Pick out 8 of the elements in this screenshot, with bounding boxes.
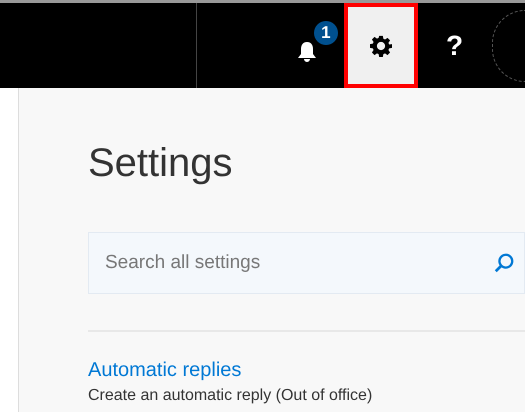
settings-title: Settings (88, 140, 234, 187)
gear-icon (370, 34, 392, 56)
search-field[interactable]: Search all settings (88, 232, 525, 294)
settings-link[interactable]: Automatic replies (88, 356, 525, 384)
settings-button[interactable] (344, 3, 418, 88)
settings-description: Create an automatic reply (Out of office) (88, 386, 374, 406)
notification-count: 1 (314, 21, 338, 45)
search-icon[interactable] (493, 252, 515, 274)
